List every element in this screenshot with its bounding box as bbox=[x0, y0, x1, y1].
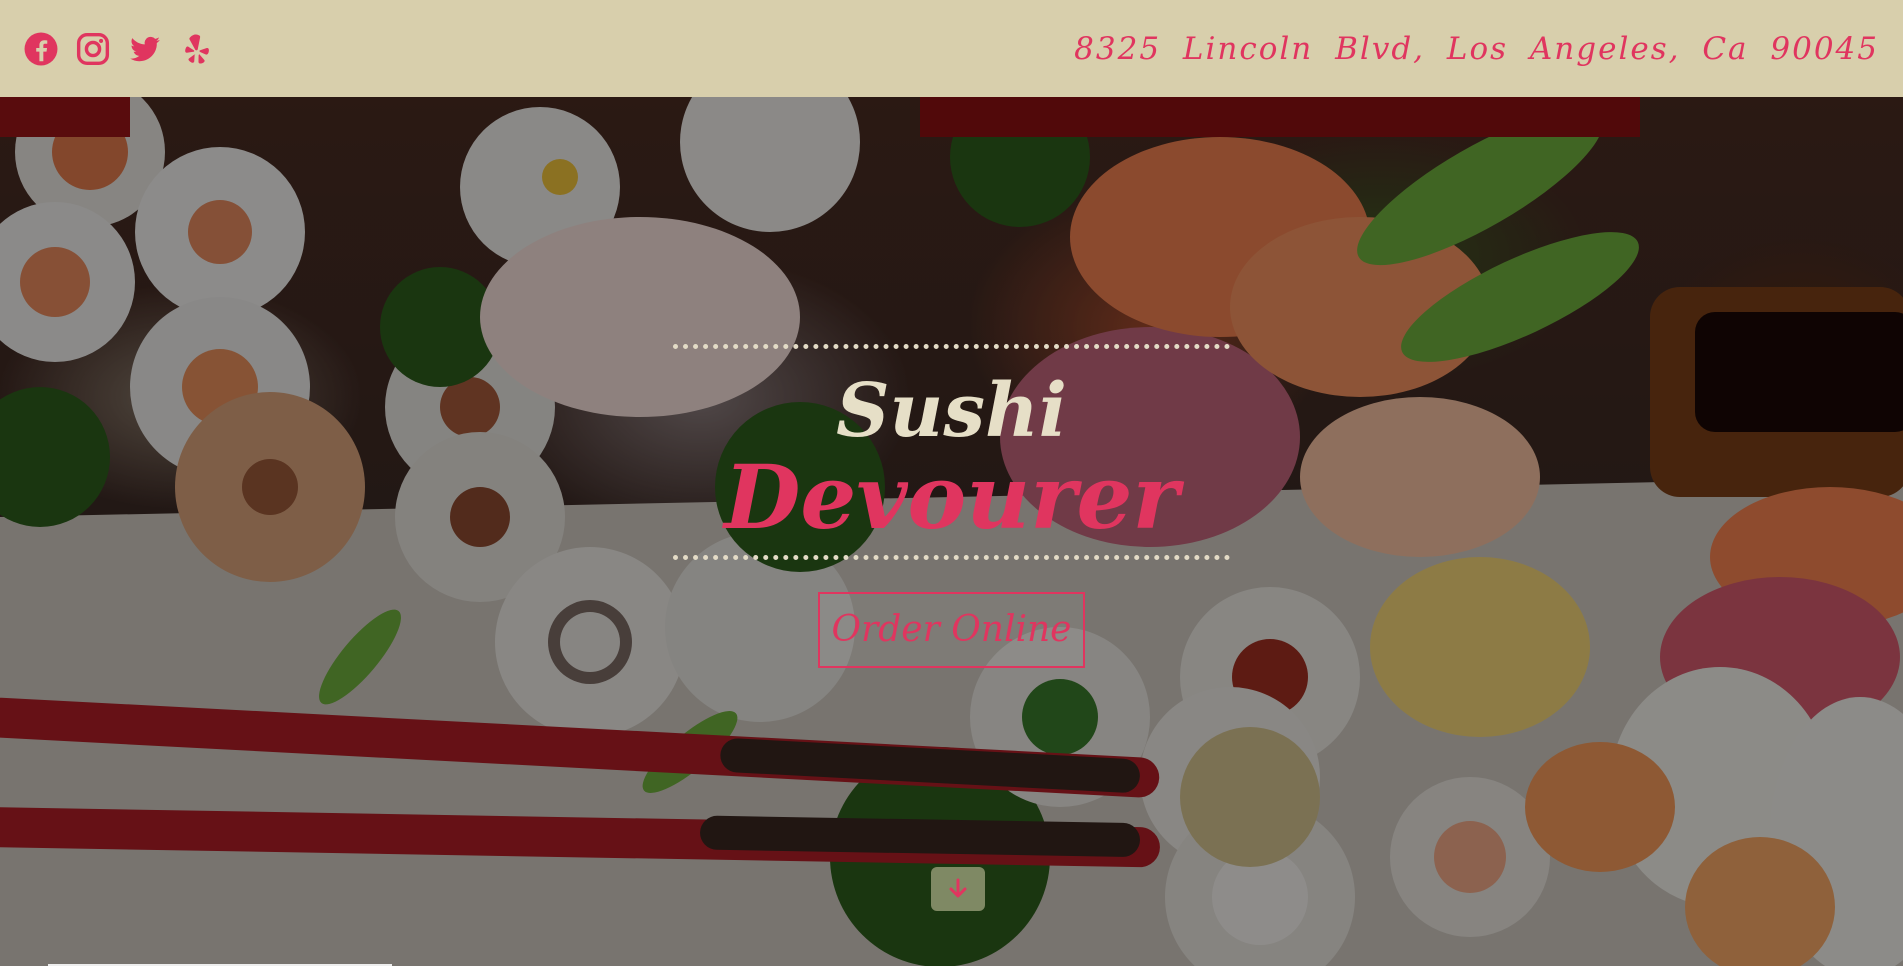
hero-section: Sushi Devourer Order Online bbox=[0, 97, 1903, 966]
dotted-divider-bottom bbox=[673, 555, 1230, 560]
hero-title-block: Sushi Devourer Order Online bbox=[673, 344, 1230, 668]
hero-title-line2: Devourer bbox=[724, 445, 1179, 549]
facebook-icon[interactable] bbox=[24, 32, 58, 66]
twitter-icon[interactable] bbox=[128, 32, 162, 66]
scroll-down-button[interactable] bbox=[931, 867, 985, 911]
address-link[interactable]: 8325 Lincoln Blvd, Los Angeles, Ca 90045 bbox=[1074, 31, 1879, 67]
arrow-down-icon bbox=[949, 878, 967, 898]
top-bar: 8325 Lincoln Blvd, Los Angeles, Ca 90045 bbox=[0, 0, 1903, 97]
hero-title-line1: Sushi bbox=[836, 368, 1067, 454]
order-online-button[interactable]: Order Online bbox=[817, 592, 1086, 668]
social-links bbox=[24, 32, 214, 66]
yelp-icon[interactable] bbox=[180, 32, 214, 66]
instagram-icon[interactable] bbox=[76, 32, 110, 66]
dotted-divider-top bbox=[673, 344, 1230, 349]
